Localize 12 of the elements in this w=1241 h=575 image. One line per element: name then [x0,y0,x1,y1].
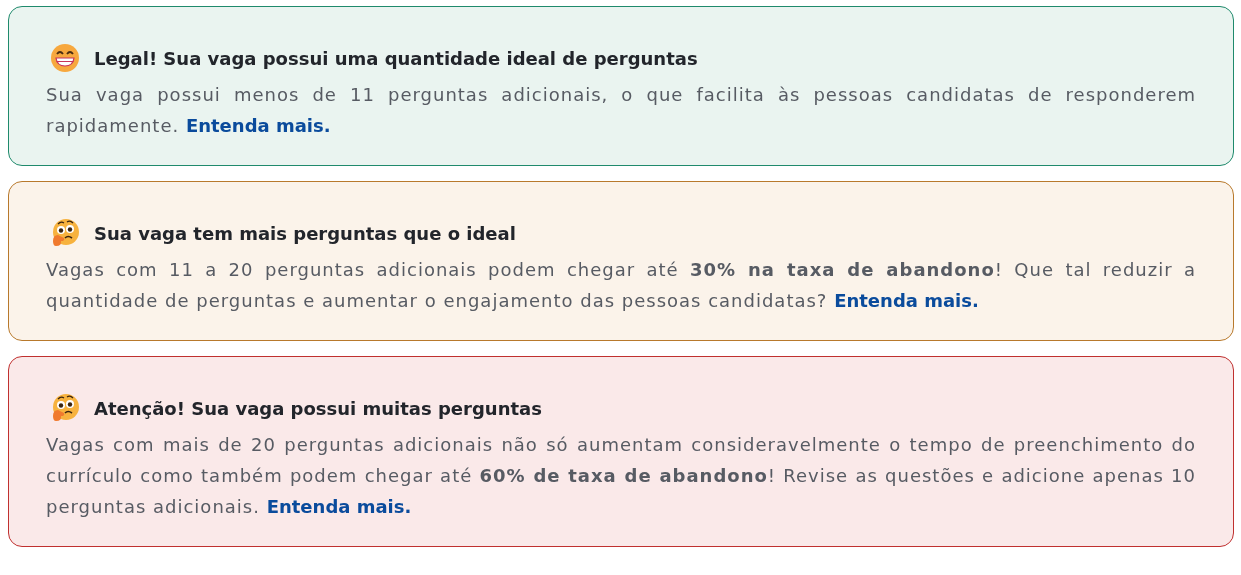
alert-title: Atenção! Sua vaga possui muitas perguntas [94,396,542,421]
alert-title: Legal! Sua vaga possui uma quantidade ideal de perguntas [94,46,698,71]
alert-message: Vagas com 11 a 20 perguntas adicionais podem chegar até 30% na taxa de abandono! Que tal reduzir a quantidade de perguntas e aumentar o engajamento das pessoas candidatas? Entenda mais. [46,258,1196,313]
learn-more-link[interactable]: Entenda mais. [834,290,979,311]
alert-message: Sua vaga possui menos de 11 perguntas adicionais, o que facilita às pessoas candidatas de responderem rapidamente. Entenda mais. [46,83,1196,138]
learn-more-link[interactable]: Entenda mais. [266,496,412,517]
alert-title: Sua vaga tem mais perguntas que o ideal [94,221,516,246]
alert-message: Vagas com mais de 20 perguntas adicionais não só aumentam consideravelmente o tempo de preenchimento do currículo como também podem chegar até 60% de taxa de abandono! Revise as questões e adicione apenas 10 perguntas adicionais. Entenda mais. [46,433,1196,519]
grinning-face-icon [50,43,80,73]
thinking-face-icon [50,393,80,423]
thinking-face-icon [50,218,80,248]
learn-more-link[interactable]: Entenda mais. [185,115,331,136]
